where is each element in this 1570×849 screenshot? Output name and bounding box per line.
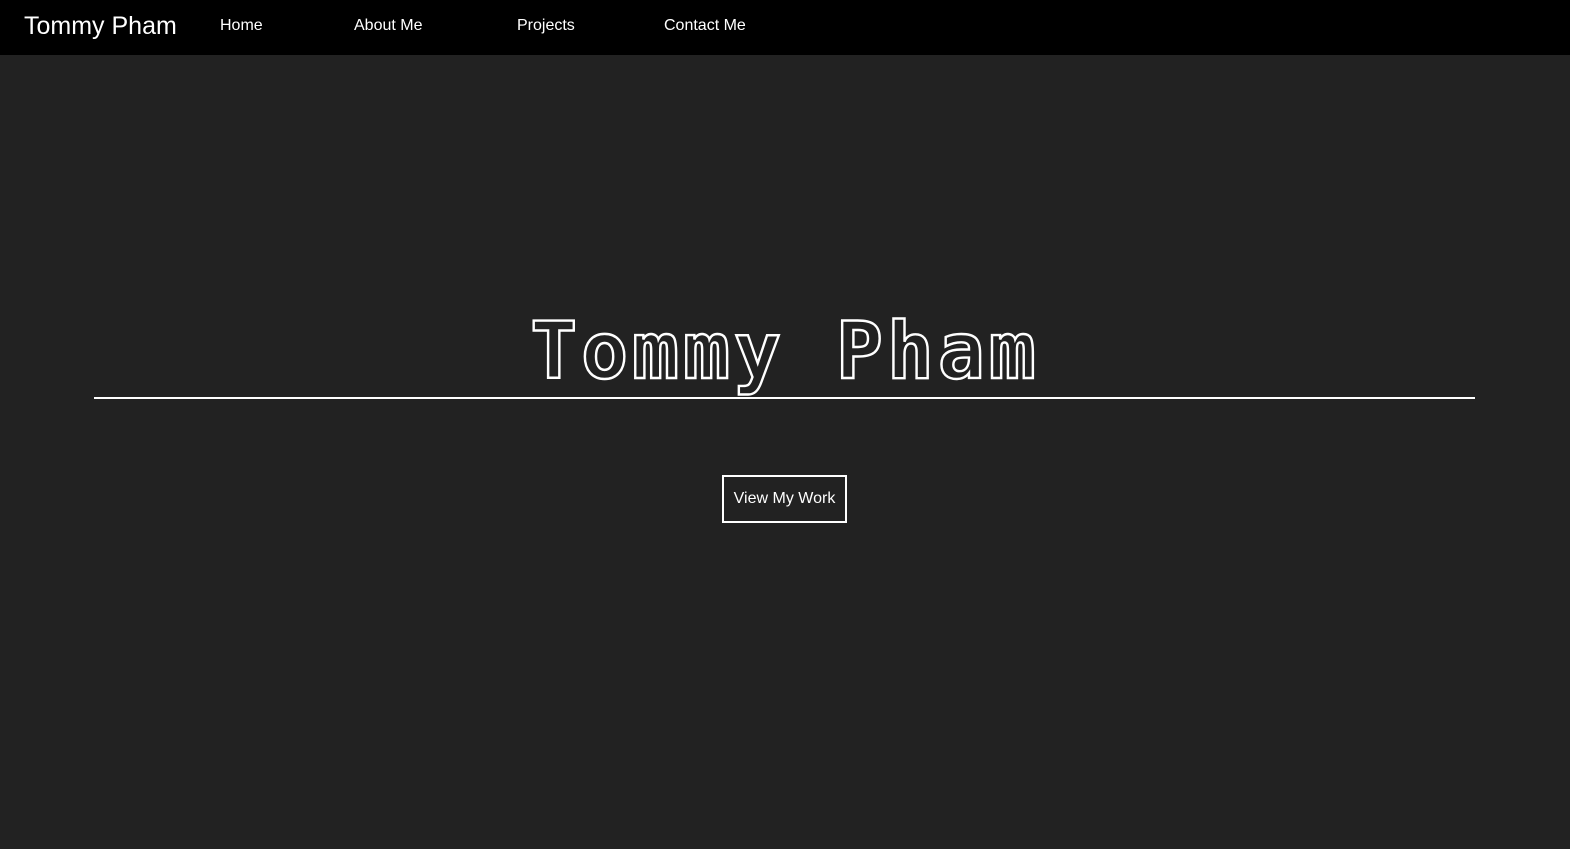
brand-logo-link[interactable]: Tommy Pham <box>24 10 177 42</box>
hero-title-text: Tommy Pham <box>530 307 1040 397</box>
hero-title: Tommy Pham <box>0 300 1570 400</box>
hero-divider <box>94 397 1475 399</box>
nav-link-home[interactable]: Home <box>220 16 263 36</box>
nav-link-contact-me[interactable]: Contact Me <box>664 16 746 36</box>
nav-link-about-me[interactable]: About Me <box>354 16 422 36</box>
nav-link-projects[interactable]: Projects <box>517 16 575 36</box>
hero-title-outline-text: Tommy Pham <box>529 306 1040 398</box>
top-navbar: Tommy Pham Home About Me Projects Contac… <box>0 0 1570 55</box>
view-my-work-button[interactable]: View My Work <box>722 475 847 523</box>
